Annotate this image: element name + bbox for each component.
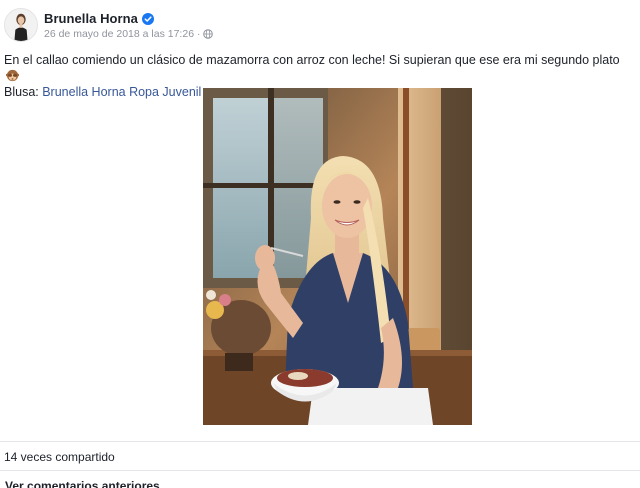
post-photo[interactable] <box>203 88 472 425</box>
footer-divider-top <box>0 441 640 442</box>
globe-icon[interactable] <box>203 29 214 39</box>
footer-divider-bottom <box>0 470 640 471</box>
post-text-blouse-label: Blusa: <box>4 85 43 99</box>
post-header: Brunella Horna 26 de mayo de 2018 a las … <box>0 6 640 44</box>
photo-image <box>203 88 472 425</box>
avatar-image <box>5 9 37 41</box>
blouse-brand-link[interactable]: Brunella Horna Ropa Juvenil <box>42 85 201 99</box>
share-count[interactable]: 14 veces compartido <box>4 450 115 464</box>
post-text-main: En el callao comiendo un clásico de maza… <box>4 53 620 67</box>
post-meta: 26 de mayo de 2018 a las 17:26 · <box>44 28 214 40</box>
view-previous-comments-link[interactable]: Ver comentarios anteriores <box>5 479 160 488</box>
author-name[interactable]: Brunella Horna <box>44 11 138 26</box>
meta-separator: · <box>197 28 201 40</box>
author-row: Brunella Horna <box>44 11 154 26</box>
see-no-evil-monkey-icon <box>6 69 19 82</box>
verified-badge-icon <box>141 12 154 25</box>
author-avatar[interactable] <box>4 8 38 42</box>
facebook-post: Brunella Horna 26 de mayo de 2018 a las … <box>0 0 640 488</box>
post-timestamp[interactable]: 26 de mayo de 2018 a las 17:26 <box>44 28 194 40</box>
